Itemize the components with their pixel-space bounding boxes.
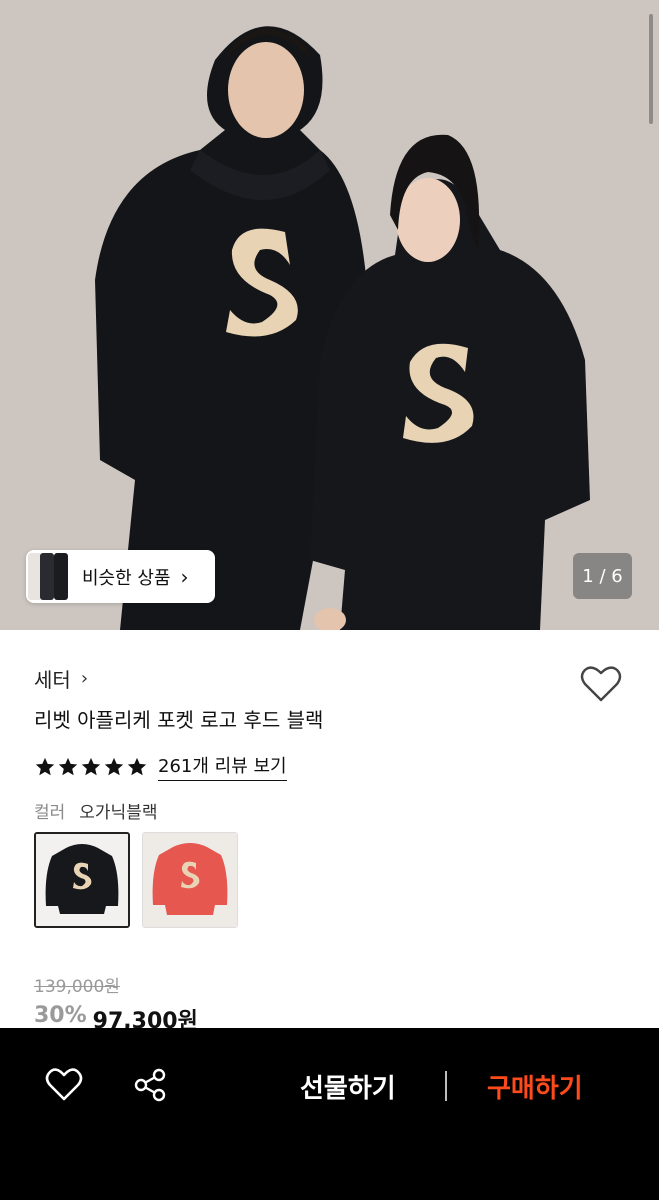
hoodie-coral-thumbnail — [143, 833, 237, 927]
original-price: 139,000원 — [34, 977, 120, 997]
brand-name: 세터 — [34, 668, 71, 692]
rating-stars — [34, 756, 148, 778]
star-icon — [127, 757, 147, 775]
heart-icon[interactable] — [580, 664, 622, 704]
product-image-carousel[interactable]: 비슷한 상품 › 1 / 6 — [0, 0, 659, 630]
review-link[interactable]: 261개 리뷰 보기 — [158, 752, 287, 781]
star-icon — [104, 757, 124, 775]
color-swatch-coral[interactable] — [142, 832, 238, 928]
similar-products-thumbnails — [26, 550, 68, 603]
similar-products-label: 비슷한 상품 — [82, 567, 171, 589]
chevron-right-icon: › — [180, 564, 189, 589]
bottom-action-bar — [0, 1028, 659, 1200]
similar-products-button[interactable]: 비슷한 상품 › — [26, 550, 215, 603]
image-counter: 1 / 6 — [573, 553, 632, 599]
color-value: 오가닉블랙 — [79, 803, 158, 823]
star-icon — [81, 757, 101, 775]
scrollbar-thumb[interactable] — [649, 14, 653, 124]
product-photo — [0, 0, 659, 630]
color-swatch-black[interactable] — [34, 832, 130, 928]
star-icon — [35, 757, 55, 775]
buy-button[interactable]: 구매하기 — [487, 1068, 583, 1105]
hoodie-black-thumbnail — [36, 834, 128, 926]
gift-button[interactable]: 선물하기 — [300, 1068, 396, 1105]
rating-row: 261개 리뷰 보기 — [34, 752, 287, 781]
color-label: 컬러 — [34, 803, 66, 823]
brand-link[interactable]: 세터 › — [34, 664, 88, 693]
star-icon — [58, 757, 78, 775]
share-icon[interactable] — [132, 1067, 168, 1103]
heart-icon[interactable] — [45, 1067, 83, 1103]
divider — [445, 1071, 447, 1101]
chevron-right-icon: › — [80, 668, 89, 689]
product-title: 리벳 아플리케 포켓 로고 후드 블랙 — [34, 708, 324, 732]
color-row: 컬러 오가닉블랙 — [34, 798, 157, 823]
